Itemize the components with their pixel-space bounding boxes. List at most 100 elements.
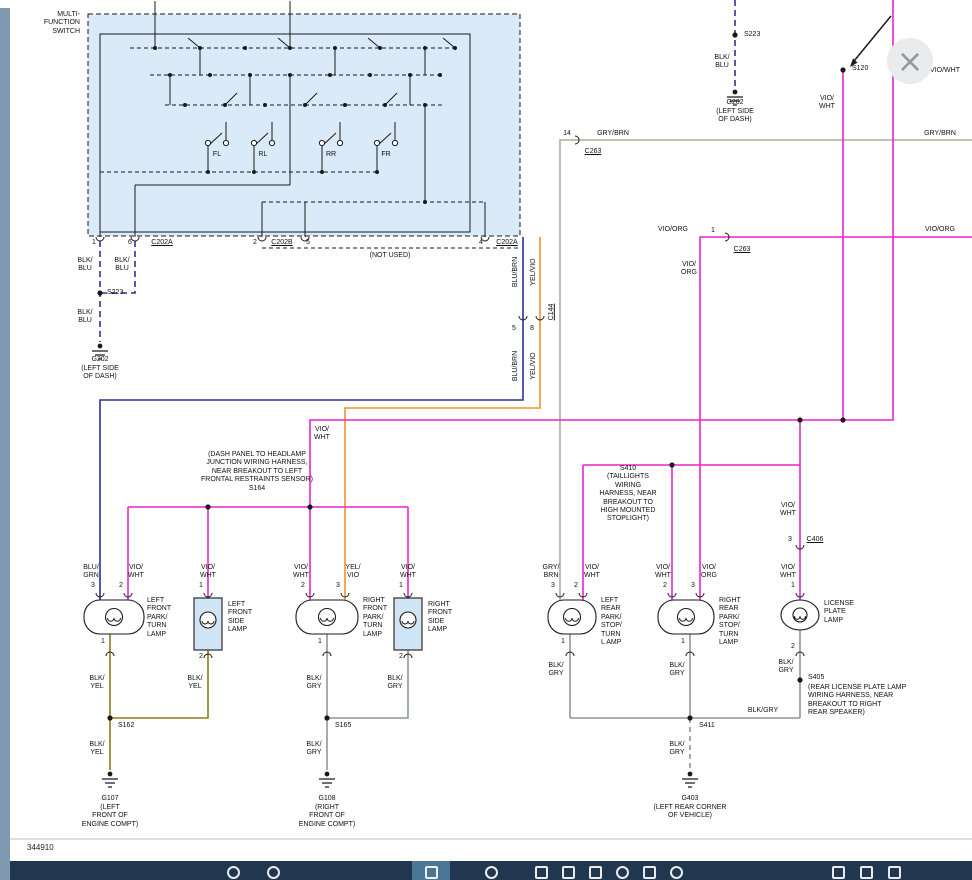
scrollbar-button[interactable]	[0, 0, 10, 8]
diagram-label: LEFT REAR PARK/ STOP/ TURN L AMP	[601, 597, 622, 647]
diagram-label: 2	[253, 239, 257, 247]
connector-link-c202a-2[interactable]: C202A	[496, 239, 517, 247]
diagram-label: 1	[92, 239, 96, 247]
diagram-label: BLU/BRN	[512, 257, 520, 287]
diagram-label: S223	[744, 31, 760, 39]
globe-icon[interactable]	[670, 866, 683, 879]
print-icon[interactable]	[562, 866, 575, 879]
diagram-label: (DASH PANEL TO HEADLAMP JUNCTION WIRING …	[201, 451, 313, 493]
diagram-label: YEL/ VIO	[345, 564, 360, 581]
diagram-label: LICENSE PLATE LAMP	[824, 600, 854, 625]
diagram-label: YEL/VIO	[530, 258, 538, 285]
diagram-label: VIO/ ORG	[701, 564, 717, 581]
diagram-label: 8	[530, 325, 534, 333]
diagram-label: VIO/ WHT	[400, 564, 416, 581]
lamp-left-front-park-turn	[84, 600, 144, 634]
lamp-right-front-side	[394, 598, 422, 650]
expand-icon[interactable]	[888, 866, 901, 879]
diagram-label: VIO/ WHT	[780, 564, 796, 581]
diagram-label: 5	[306, 239, 310, 247]
diagram-label: VIO/ORG	[658, 226, 688, 234]
diagram-label: GRY/BRN	[597, 130, 629, 138]
user-icon[interactable]	[267, 866, 280, 879]
diagram-label: 2	[119, 582, 123, 590]
image-icon[interactable]	[832, 866, 845, 879]
diagram-label: S410 (TAILLIGHTS WIRING HARNESS, NEAR BR…	[599, 465, 656, 524]
diagram-label: S162	[118, 722, 134, 730]
diagram-label: GRY/ BRN	[543, 564, 560, 581]
bottom-toolbar	[10, 861, 972, 880]
diagram-label: BLK/ YEL	[89, 675, 104, 692]
text-tool-icon[interactable]	[425, 866, 438, 879]
diagram-label: FL	[213, 151, 221, 159]
diagram-label: LEFT FRONT SIDE LAMP	[228, 601, 252, 635]
ground-g403	[682, 772, 698, 787]
left-scrollbar[interactable]	[0, 0, 10, 880]
diagram-label: (LEFT REAR CORNER OF VEHICLE)	[654, 804, 727, 821]
connector-link-c406[interactable]: C406	[807, 536, 824, 544]
diagram-label: VIO/ WHT	[819, 95, 835, 112]
diagram-label: 3	[691, 582, 695, 590]
connector-link-c202b[interactable]: C202B	[271, 239, 292, 247]
diagram-label: RIGHT FRONT SIDE LAMP	[428, 601, 452, 635]
diagram-id: 344910	[27, 843, 54, 852]
diagram-label: VIO/ WHT	[655, 564, 671, 581]
clock-icon[interactable]	[227, 866, 240, 879]
diagram-label: (LEFT SIDE OF DASH)	[81, 365, 119, 382]
diagram-label: BLK/ BLU	[714, 54, 729, 71]
save-icon[interactable]	[589, 866, 602, 879]
multifunction-switch	[88, 1, 520, 248]
diagram-label: 2	[663, 582, 667, 590]
diagram-label: (LEFT FRONT OF ENGINE COMPT)	[82, 804, 138, 829]
wiring-diagram	[0, 0, 972, 880]
refresh-icon[interactable]	[485, 866, 498, 879]
diagram-label: 3	[788, 536, 792, 544]
diagram-label: 1	[199, 582, 203, 590]
connector-link-c263[interactable]: C263	[585, 148, 602, 156]
diagram-label: S405	[808, 674, 824, 682]
toolbar-icons	[10, 861, 972, 880]
diagram-label: GRY/BRN	[924, 130, 956, 138]
diagram-label: 1	[101, 638, 105, 646]
ground-g108	[319, 772, 335, 787]
diagram-label: 2	[399, 653, 403, 661]
connector-link-c144[interactable]: C144	[548, 304, 556, 321]
diagram-label: 1	[711, 227, 715, 235]
diagram-label: LEFT FRONT PARK/ TURN LAMP	[147, 597, 171, 639]
diagram-label: 3	[91, 582, 95, 590]
diagram-label: VIO/ORG	[925, 226, 955, 234]
diagram-label: S223	[107, 289, 123, 297]
diagram-label: VIO/WHT	[930, 67, 960, 75]
diagram-label: 2	[301, 582, 305, 590]
diagram-label: G403	[681, 795, 698, 803]
diagram-label: 5	[512, 325, 516, 333]
diagram-label: 2	[791, 643, 795, 651]
diagram-label: RIGHT FRONT PARK/ TURN LAMP	[363, 597, 387, 639]
connector-link-c263-2[interactable]: C263	[734, 246, 751, 254]
connector-link-c202a[interactable]: C202A	[151, 239, 172, 247]
diagram-label: BLK/ BLU	[77, 257, 92, 274]
diagram-label: BLU/BRN	[512, 351, 520, 381]
diagram-label: 1	[681, 638, 685, 646]
phone-icon[interactable]	[616, 866, 629, 879]
diagram-label: S411	[699, 722, 715, 730]
diagram-label: BLK/ GRY	[669, 741, 684, 758]
lamp-right-front-park-turn	[296, 600, 358, 634]
diagram-label: 3	[336, 582, 340, 590]
lamp-license-plate	[781, 600, 819, 630]
mail-icon[interactable]	[535, 866, 548, 879]
diagram-label: MULTI- FUNCTION SWITCH	[44, 11, 80, 36]
diagram-label: 4	[479, 239, 483, 247]
layers-icon[interactable]	[860, 866, 873, 879]
diagram-label: 14	[563, 130, 571, 138]
diagram-label: S165	[335, 722, 351, 730]
diagram-label: (RIGHT FRONT OF ENGINE COMPT)	[299, 804, 355, 829]
diagram-label: VIO/ WHT	[293, 564, 309, 581]
close-button[interactable]: ×	[887, 38, 933, 84]
diagram-label: VIO/ WHT	[128, 564, 144, 581]
diagram-label: VIO/ WHT	[200, 564, 216, 581]
diagram-label: BLK/ GRY	[548, 662, 563, 679]
chart-icon[interactable]	[643, 866, 656, 879]
diagram-label: (LEFT SIDE OF DASH)	[716, 108, 754, 125]
diagram-label: G108	[318, 795, 335, 803]
